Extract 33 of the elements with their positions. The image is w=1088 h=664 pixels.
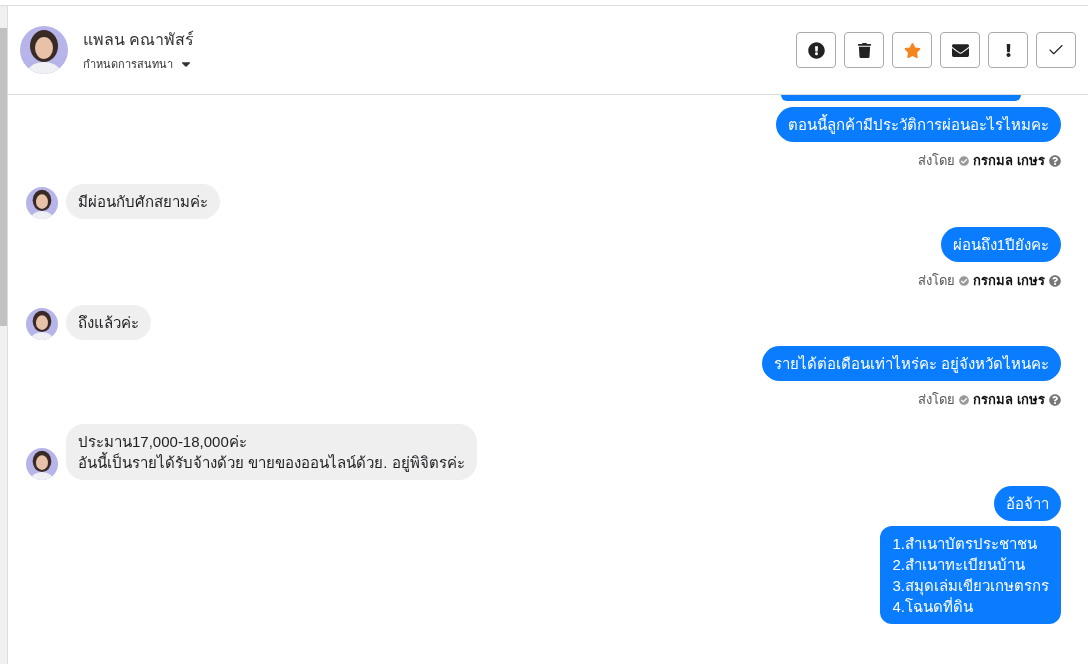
message-bubble: รายได้ต่อเดือนเท่าไหร่คะ อยู่จังหวัดไหนคะ xyxy=(761,346,1061,381)
help-icon[interactable] xyxy=(1049,393,1061,406)
sender-name: กรกมล เกษร xyxy=(973,272,1045,290)
sent-by-label: ส่งโดย xyxy=(918,391,956,409)
alert-icon xyxy=(807,41,825,59)
help-icon[interactable] xyxy=(1049,154,1061,167)
mail-button[interactable] xyxy=(940,32,980,68)
conversation-menu[interactable]: กำหนดการสนทนา xyxy=(83,55,173,73)
message-bubble: ผ่อนถึง1ปียังคะ xyxy=(940,227,1061,262)
message-bubble: ตอนนี้ลูกค้ามีประวัติการผ่อนอะไรไหมคะ xyxy=(776,107,1061,142)
message-bubble: มีผ่อนกับศักสยามค่ะ xyxy=(66,184,220,219)
message-bubble: อ้อจ้าา xyxy=(994,486,1061,521)
trash-button[interactable] xyxy=(844,32,884,68)
message-bubble: ถึงแล้วค่ะ xyxy=(66,305,151,340)
help-icon[interactable] xyxy=(1049,274,1061,287)
important-button[interactable] xyxy=(988,32,1028,68)
sent-by-label: ส่งโดย xyxy=(918,272,956,290)
avatar xyxy=(20,26,68,74)
avatar xyxy=(26,187,58,219)
message-bubble: ประมาน17,000-18,000ค่ะ อันนี้เป็นรายได้รับจ้างด้วย ขายของออนไลน์ด้วย. อยู่พิจิตรค่ะ xyxy=(66,424,477,480)
alert-button[interactable] xyxy=(796,32,836,68)
avatar xyxy=(26,308,58,340)
trash-icon xyxy=(856,42,872,58)
star-button[interactable] xyxy=(892,32,932,68)
envelope-icon xyxy=(951,41,969,59)
sent-by-label: ส่งโดย xyxy=(918,152,956,170)
done-button[interactable] xyxy=(1036,32,1076,68)
sender-name: กรกมล เกษร xyxy=(973,152,1045,170)
avatar xyxy=(26,448,58,480)
message-bubble: 1.สำเนาบัตรประชาชน 2.สำเนาทะเบียนบ้าน 3.สมุดเล่มเขียวเกษตรกร 4.โฉนดที่ดิน xyxy=(880,526,1061,624)
sender-name: กรกมล เกษร xyxy=(973,391,1045,409)
scrollbar-thumb[interactable] xyxy=(0,28,7,326)
contact-name: แพลน คณาพัสร์ xyxy=(83,29,195,50)
